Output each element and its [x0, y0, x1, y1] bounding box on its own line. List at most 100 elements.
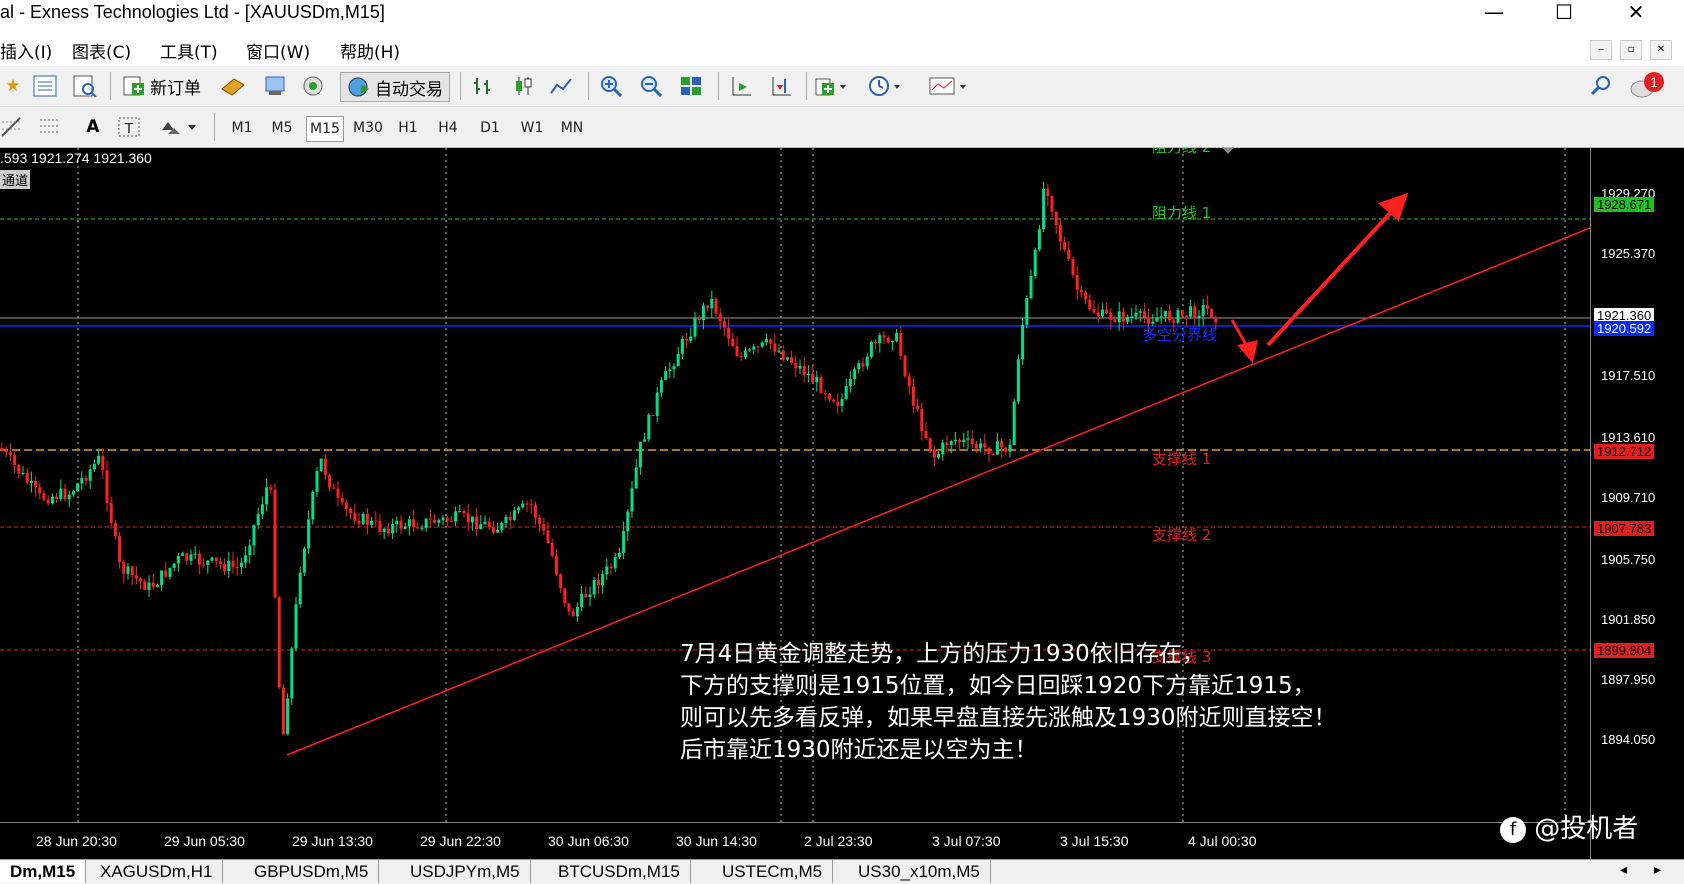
candle-body: [974, 444, 978, 449]
periods-dropdown[interactable]: [868, 72, 902, 100]
svg-text:T: T: [124, 120, 133, 137]
timeframe-mn[interactable]: MN: [554, 116, 590, 140]
arrows-dropdown[interactable]: [158, 113, 198, 141]
candle-body: [962, 439, 966, 443]
menu-charts[interactable]: 图表(C): [72, 38, 131, 63]
candle-body: [462, 511, 466, 514]
candle-body: [1092, 309, 1096, 313]
tab-gbpusd-m5[interactable]: GBPUSDm,M5: [244, 860, 380, 883]
candle-body: [517, 507, 521, 511]
candle-body: [1021, 324, 1025, 360]
tab-btcusd-m15[interactable]: BTCUSDm,M15: [548, 860, 691, 883]
signals-icon[interactable]: [300, 72, 326, 100]
price-axis[interactable]: 1929.270 1928.671 1925.370 1921.360 1920…: [1590, 148, 1684, 859]
data-window-icon[interactable]: [72, 72, 98, 100]
watermark-logo-icon: f: [1500, 816, 1526, 843]
candle-body: [428, 518, 432, 520]
chart-shift-icon[interactable]: [728, 72, 754, 100]
fibo-fan-icon[interactable]: [38, 113, 64, 141]
candle-body: [118, 536, 122, 562]
timeframe-d1[interactable]: D1: [472, 116, 508, 140]
tab-xauusd-m15[interactable]: Dm,M15: [0, 860, 87, 883]
notifications-icon[interactable]: 1: [1628, 72, 1668, 100]
tab-us30-m5[interactable]: US30_x10m,M5: [848, 860, 991, 883]
candle-body: [336, 488, 340, 498]
timeframe-w1[interactable]: W1: [514, 116, 550, 140]
chart-window[interactable]: .593 1921.274 1921.360 通道 阻力线 2 阻力线 1 多空…: [0, 148, 1684, 859]
metaeditor-icon[interactable]: [220, 72, 246, 100]
text-label-icon[interactable]: T: [116, 113, 142, 141]
auto-trading-button[interactable]: 自动交易: [340, 72, 450, 102]
candle-body: [223, 563, 227, 572]
candle-body: [0, 448, 4, 451]
candle-body: [983, 443, 987, 448]
close-button[interactable]: ✕: [1616, 0, 1656, 26]
candle-body: [508, 516, 512, 520]
search-icon[interactable]: [1588, 72, 1614, 100]
candle-body: [718, 313, 722, 322]
support-3-price-tag: 1899.804: [1594, 643, 1655, 658]
text-icon[interactable]: A: [80, 113, 106, 141]
candle-body: [420, 528, 424, 530]
candle-body: [227, 560, 231, 572]
timeframe-m5[interactable]: M5: [264, 116, 300, 140]
annotation-line: 7月4日黄金调整走势，上方的压力1930依旧存在，: [680, 641, 1205, 667]
timeframe-m30[interactable]: M30: [350, 116, 386, 140]
favorites-star-icon[interactable]: ★: [0, 72, 26, 100]
candle-body: [928, 437, 932, 450]
candle-body: [550, 542, 554, 556]
candle-body: [235, 566, 239, 568]
candle-body: [979, 443, 983, 449]
tab-ustec-m5[interactable]: USTECm,M5: [712, 860, 834, 883]
candle-body: [206, 560, 210, 565]
minimize-button[interactable]: —: [1474, 0, 1514, 26]
timeframe-m1[interactable]: M1: [224, 116, 260, 140]
candle-body: [529, 504, 533, 506]
auto-scroll-icon[interactable]: [768, 72, 794, 100]
analysis-annotation: 7月4日黄金调整走势，上方的压力1930依旧存在， 下方的支撑则是1915位置，…: [680, 638, 1337, 766]
candle-body: [1050, 196, 1054, 212]
tabs-scroll-left-icon[interactable]: ◂: [1620, 862, 1627, 878]
zoom-in-icon[interactable]: [598, 72, 624, 100]
candle-body: [189, 554, 193, 561]
fibonacci-icon[interactable]: [0, 113, 26, 141]
candle-body: [399, 520, 403, 529]
market-watch-icon[interactable]: [32, 72, 58, 100]
candle-body: [1058, 225, 1062, 242]
candle-body: [458, 511, 462, 513]
candlesticks-icon[interactable]: [510, 72, 536, 100]
candle-body: [424, 518, 428, 529]
maximize-button[interactable]: ☐: [1544, 0, 1584, 26]
menu-insert[interactable]: 插入(I): [0, 38, 52, 63]
tab-xagusd-h1[interactable]: XAGUSDm,H1: [90, 860, 224, 883]
zoom-out-icon[interactable]: [638, 72, 664, 100]
mdi-minimize-button[interactable]: ‒: [1590, 40, 1612, 60]
menu-help[interactable]: 帮助(H): [340, 38, 400, 63]
candle-body: [605, 566, 609, 575]
candle-body: [991, 454, 995, 456]
bar-chart-icon[interactable]: [470, 72, 496, 100]
time-axis[interactable]: 28 Jun 20:30 29 Jun 05:30 29 Jun 13:30 2…: [0, 822, 1590, 859]
candle-body: [84, 478, 88, 481]
candle-body: [466, 513, 470, 523]
templates-dropdown[interactable]: [928, 72, 968, 100]
tabs-scroll-right-icon[interactable]: ▸: [1654, 862, 1661, 878]
candle-body: [1210, 308, 1214, 318]
timeframe-m15[interactable]: M15: [306, 116, 344, 142]
timeframe-h4[interactable]: H4: [430, 116, 466, 140]
new-order-button[interactable]: 新订单: [122, 72, 201, 100]
timeframe-h1[interactable]: H1: [390, 116, 426, 140]
support-1-price-tag: 1912.712: [1594, 444, 1655, 459]
tile-windows-icon[interactable]: [678, 72, 704, 100]
tab-usdjpy-m5[interactable]: USDJPYm,M5: [400, 860, 531, 883]
line-chart-icon[interactable]: [548, 72, 574, 100]
menu-tools[interactable]: 工具(T): [160, 38, 218, 63]
mdi-close-button[interactable]: ✕: [1650, 40, 1672, 60]
candle-body: [668, 369, 672, 372]
mdi-restore-button[interactable]: ▫: [1620, 40, 1642, 60]
menu-window[interactable]: 窗口(W): [246, 38, 310, 63]
indicators-dropdown[interactable]: [814, 72, 848, 100]
candle-body: [907, 376, 911, 387]
candle-body: [76, 483, 80, 492]
terminal-icon[interactable]: [262, 72, 288, 100]
